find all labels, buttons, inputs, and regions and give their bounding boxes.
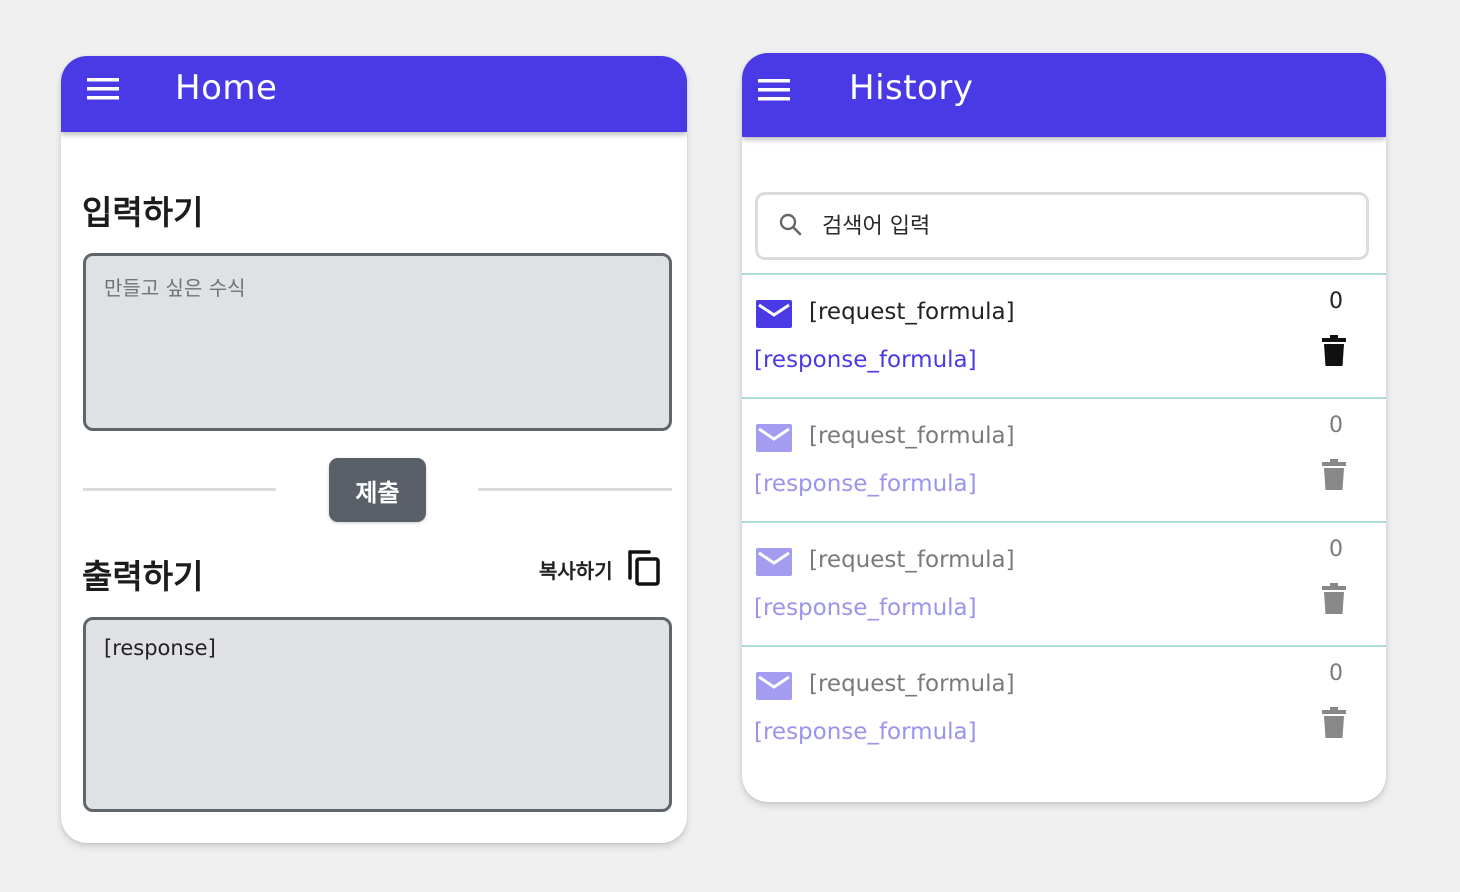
formula-input-box — [83, 253, 672, 431]
divider-right — [478, 488, 672, 491]
count-badge: 0 — [1329, 289, 1343, 314]
divider-left — [83, 488, 276, 491]
output-section-title: 출력하기 — [82, 557, 204, 596]
mail-icon — [756, 424, 792, 456]
home-appbar: Home — [61, 56, 687, 132]
trash-icon[interactable] — [1322, 707, 1346, 743]
request-formula: [request_formula] — [809, 671, 1015, 697]
response-formula: [response_formula] — [754, 471, 977, 497]
count-badge: 0 — [1329, 413, 1343, 438]
response-output-box: [response] — [83, 617, 672, 812]
history-item[interactable]: [request_formula] [response_formula] 0 — [742, 645, 1386, 769]
request-formula: [request_formula] — [809, 547, 1015, 573]
response-formula: [response_formula] — [754, 595, 977, 621]
menu-icon[interactable] — [87, 77, 119, 105]
mail-icon — [756, 672, 792, 704]
copy-icon[interactable] — [627, 548, 661, 590]
response-formula: [response_formula] — [754, 719, 977, 745]
trash-icon[interactable] — [1322, 335, 1346, 371]
home-card: Home 입력하기 제출 출력하기 복사하기 [response] — [61, 56, 687, 843]
count-badge: 0 — [1329, 537, 1343, 562]
history-card: History [request_formula] [response_form… — [742, 53, 1386, 802]
history-item[interactable]: [request_formula] [response_formula] 0 — [742, 397, 1386, 521]
mail-icon — [756, 548, 792, 580]
trash-icon[interactable] — [1322, 583, 1346, 619]
page-title: Home — [175, 68, 278, 108]
count-badge: 0 — [1329, 661, 1343, 686]
trash-icon[interactable] — [1322, 459, 1346, 495]
history-item[interactable]: [request_formula] [response_formula] 0 — [742, 273, 1386, 397]
search-box — [755, 192, 1369, 260]
request-formula: [request_formula] — [809, 299, 1015, 325]
formula-input[interactable] — [104, 272, 651, 412]
mail-icon — [756, 300, 792, 332]
copy-button[interactable]: 복사하기 — [539, 548, 661, 590]
copy-label: 복사하기 — [539, 558, 613, 583]
search-icon — [778, 212, 802, 240]
history-list: [request_formula] [response_formula] 0 [… — [742, 273, 1386, 769]
page-title: History — [849, 68, 974, 108]
submit-button[interactable]: 제출 — [329, 458, 426, 522]
history-item[interactable]: [request_formula] [response_formula] 0 — [742, 521, 1386, 645]
request-formula: [request_formula] — [809, 423, 1015, 449]
input-section-title: 입력하기 — [82, 193, 204, 232]
menu-icon[interactable] — [758, 78, 790, 106]
search-input[interactable] — [820, 212, 1304, 240]
response-formula: [response_formula] — [754, 347, 977, 373]
history-appbar: History — [742, 53, 1386, 137]
response-text: [response] — [104, 636, 216, 660]
